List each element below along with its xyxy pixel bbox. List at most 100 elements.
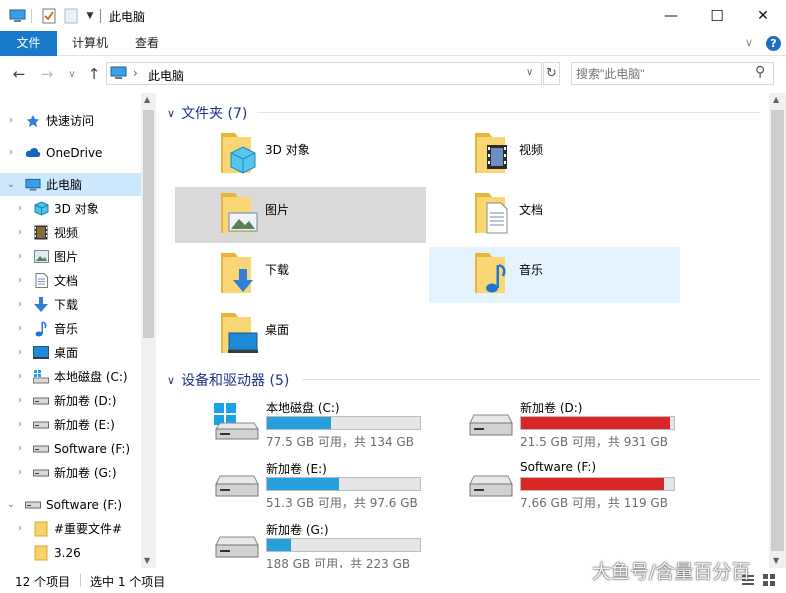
- up-button[interactable]: ↑: [84, 64, 104, 84]
- sidebar-item-onedrive[interactable]: › OneDrive: [0, 141, 141, 164]
- folder-tile-desktop[interactable]: 桌面: [175, 307, 426, 363]
- chevron-right-icon[interactable]: ›: [15, 467, 25, 478]
- new-folder-icon[interactable]: [63, 7, 79, 24]
- drive-tile-c[interactable]: 本地磁盘 (C:) 77.5 GB 可用，共 134 GB: [174, 399, 434, 459]
- folder-name: 音乐: [519, 263, 544, 277]
- chevron-right-icon[interactable]: ›: [15, 419, 25, 430]
- sidebar-item-drive-c[interactable]: › 本地磁盘 (C:): [0, 365, 141, 388]
- minimize-button[interactable]: —: [648, 0, 694, 31]
- tab-computer[interactable]: 计算机: [62, 31, 118, 56]
- sidebar-item-music[interactable]: › 音乐: [0, 317, 141, 340]
- computer-icon: [110, 66, 127, 83]
- folder-tile-downloads[interactable]: 下载: [175, 247, 426, 303]
- breadcrumb-this-pc[interactable]: 此电脑: [148, 67, 184, 84]
- tiles-view-icon[interactable]: [762, 573, 776, 587]
- sidebar-item-desktop[interactable]: › 桌面: [0, 341, 141, 364]
- folder-tile-videos[interactable]: 视频: [429, 127, 680, 183]
- refresh-button[interactable]: ↻: [543, 62, 560, 85]
- search-icon[interactable]: ⚲: [755, 64, 765, 80]
- sidebar-item-drive-d[interactable]: › 新加卷 (D:): [0, 389, 141, 412]
- search-input[interactable]: [576, 65, 746, 82]
- chevron-right-icon[interactable]: ›: [15, 275, 25, 286]
- folder-name: 桌面: [265, 323, 290, 337]
- tab-view[interactable]: 查看: [124, 31, 170, 56]
- customize-toolbar-icon[interactable]: ▼: [84, 7, 96, 24]
- cube-icon: [33, 201, 49, 217]
- address-dropdown-icon[interactable]: ∨: [526, 67, 533, 78]
- sidebar-item-videos[interactable]: › 视频: [0, 221, 141, 244]
- drive-tile-e[interactable]: 新加卷 (E:) 51.3 GB 可用，共 97.6 GB: [174, 460, 434, 520]
- chevron-right-icon[interactable]: ›: [15, 347, 25, 358]
- sidebar-item-label: 3.26: [54, 545, 81, 560]
- back-button[interactable]: ←: [9, 64, 29, 84]
- drive-icon: [33, 417, 49, 433]
- chevron-right-icon[interactable]: ›: [15, 371, 25, 382]
- sidebar-item-label: #重要文件#: [54, 522, 123, 536]
- sidebar-item-downloads[interactable]: › 下载: [0, 293, 141, 316]
- maximize-button[interactable]: ☐: [694, 0, 740, 31]
- chevron-down-icon[interactable]: ⌄: [6, 179, 16, 190]
- drive-tile-d[interactable]: 新加卷 (D:) 21.5 GB 可用，共 931 GB: [428, 399, 688, 459]
- sidebar-item-3d-objects[interactable]: › 3D 对象: [0, 197, 141, 220]
- computer-icon: [25, 177, 41, 193]
- sidebar-item-pictures[interactable]: › 图片: [0, 245, 141, 268]
- chevron-right-icon[interactable]: ›: [15, 443, 25, 454]
- help-icon[interactable]: ?: [766, 36, 781, 51]
- scroll-up-arrow-icon[interactable]: ▲: [773, 95, 779, 104]
- sidebar-item-label: 文档: [54, 274, 79, 288]
- sidebar-item-folder-3-26[interactable]: 3.26: [0, 541, 141, 564]
- scroll-down-arrow-icon[interactable]: ▼: [773, 556, 779, 565]
- film-icon: [33, 225, 49, 241]
- scroll-up-arrow-icon[interactable]: ▲: [144, 95, 150, 104]
- breadcrumb-separator-icon[interactable]: ›: [133, 66, 138, 80]
- chevron-right-icon[interactable]: ›: [15, 395, 25, 406]
- chevron-right-icon[interactable]: ›: [15, 323, 25, 334]
- chevron-right-icon[interactable]: ›: [15, 299, 25, 310]
- forward-button[interactable]: →: [37, 64, 57, 84]
- folder-tile-3d-objects[interactable]: 3D 对象: [175, 127, 426, 183]
- group-divider: [302, 379, 760, 380]
- content-scroll-thumb[interactable]: [771, 110, 784, 551]
- sidebar-item-this-pc[interactable]: ⌄ 此电脑: [0, 173, 141, 196]
- properties-icon[interactable]: [41, 7, 57, 24]
- sidebar-scroll-thumb[interactable]: [143, 110, 154, 338]
- content-pane: ∨ 文件夹 (7) 3D 对象 视频 图片 文档 下载 音乐 桌面 ∨ 设备和驱…: [157, 93, 769, 571]
- tab-file[interactable]: 文件: [0, 31, 57, 56]
- chevron-down-icon[interactable]: ∨: [167, 107, 175, 120]
- sidebar-scrollbar[interactable]: ▲ ▼: [141, 93, 156, 568]
- sidebar-item-software-f[interactable]: ⌄ Software (F:): [0, 493, 141, 516]
- sidebar-item-documents[interactable]: › 文档: [0, 269, 141, 292]
- chevron-right-icon[interactable]: ›: [6, 147, 16, 158]
- content-scrollbar[interactable]: ▲ ▼: [769, 93, 786, 568]
- chevron-down-icon[interactable]: ∨: [167, 374, 175, 387]
- group-header-folders[interactable]: ∨ 文件夹 (7): [167, 103, 247, 123]
- address-bar[interactable]: › 此电脑 ∨: [106, 62, 542, 85]
- drive-name: 新加卷 (G:): [266, 523, 329, 537]
- chevron-right-icon[interactable]: ›: [6, 115, 16, 126]
- drive-tile-f[interactable]: Software (F:) 7.66 GB 可用，共 119 GB: [428, 460, 688, 520]
- close-button[interactable]: ✕: [740, 0, 786, 31]
- folder-tile-pictures[interactable]: 图片: [175, 187, 426, 243]
- drive-name: 新加卷 (D:): [520, 401, 583, 415]
- sidebar-item-drive-f[interactable]: › Software (F:): [0, 437, 141, 460]
- folder-tile-documents[interactable]: 文档: [429, 187, 680, 243]
- chevron-right-icon[interactable]: ›: [15, 523, 25, 534]
- sidebar-item-quick-access[interactable]: › 快速访问: [0, 109, 141, 132]
- expand-ribbon-icon[interactable]: ∨: [745, 36, 753, 49]
- computer-icon[interactable]: [8, 7, 26, 24]
- scroll-down-arrow-icon[interactable]: ▼: [144, 556, 150, 565]
- chevron-right-icon[interactable]: ›: [15, 203, 25, 214]
- drive-free-space: 21.5 GB 可用，共 931 GB: [520, 435, 668, 449]
- chevron-down-icon[interactable]: ⌄: [6, 499, 16, 510]
- recent-locations-button[interactable]: ∨: [62, 64, 82, 84]
- drive-icon: [468, 474, 514, 501]
- chevron-right-icon[interactable]: ›: [15, 251, 25, 262]
- folder-tile-music[interactable]: 音乐: [429, 247, 680, 303]
- search-box[interactable]: ⚲: [571, 62, 774, 85]
- sidebar-item-drive-e[interactable]: › 新加卷 (E:): [0, 413, 141, 436]
- sidebar-item-important-files[interactable]: › #重要文件#: [0, 517, 141, 540]
- drive-name: 新加卷 (E:): [266, 462, 327, 476]
- group-header-devices[interactable]: ∨ 设备和驱动器 (5): [167, 370, 289, 390]
- sidebar-item-drive-g[interactable]: › 新加卷 (G:): [0, 461, 141, 484]
- chevron-right-icon[interactable]: ›: [15, 227, 25, 238]
